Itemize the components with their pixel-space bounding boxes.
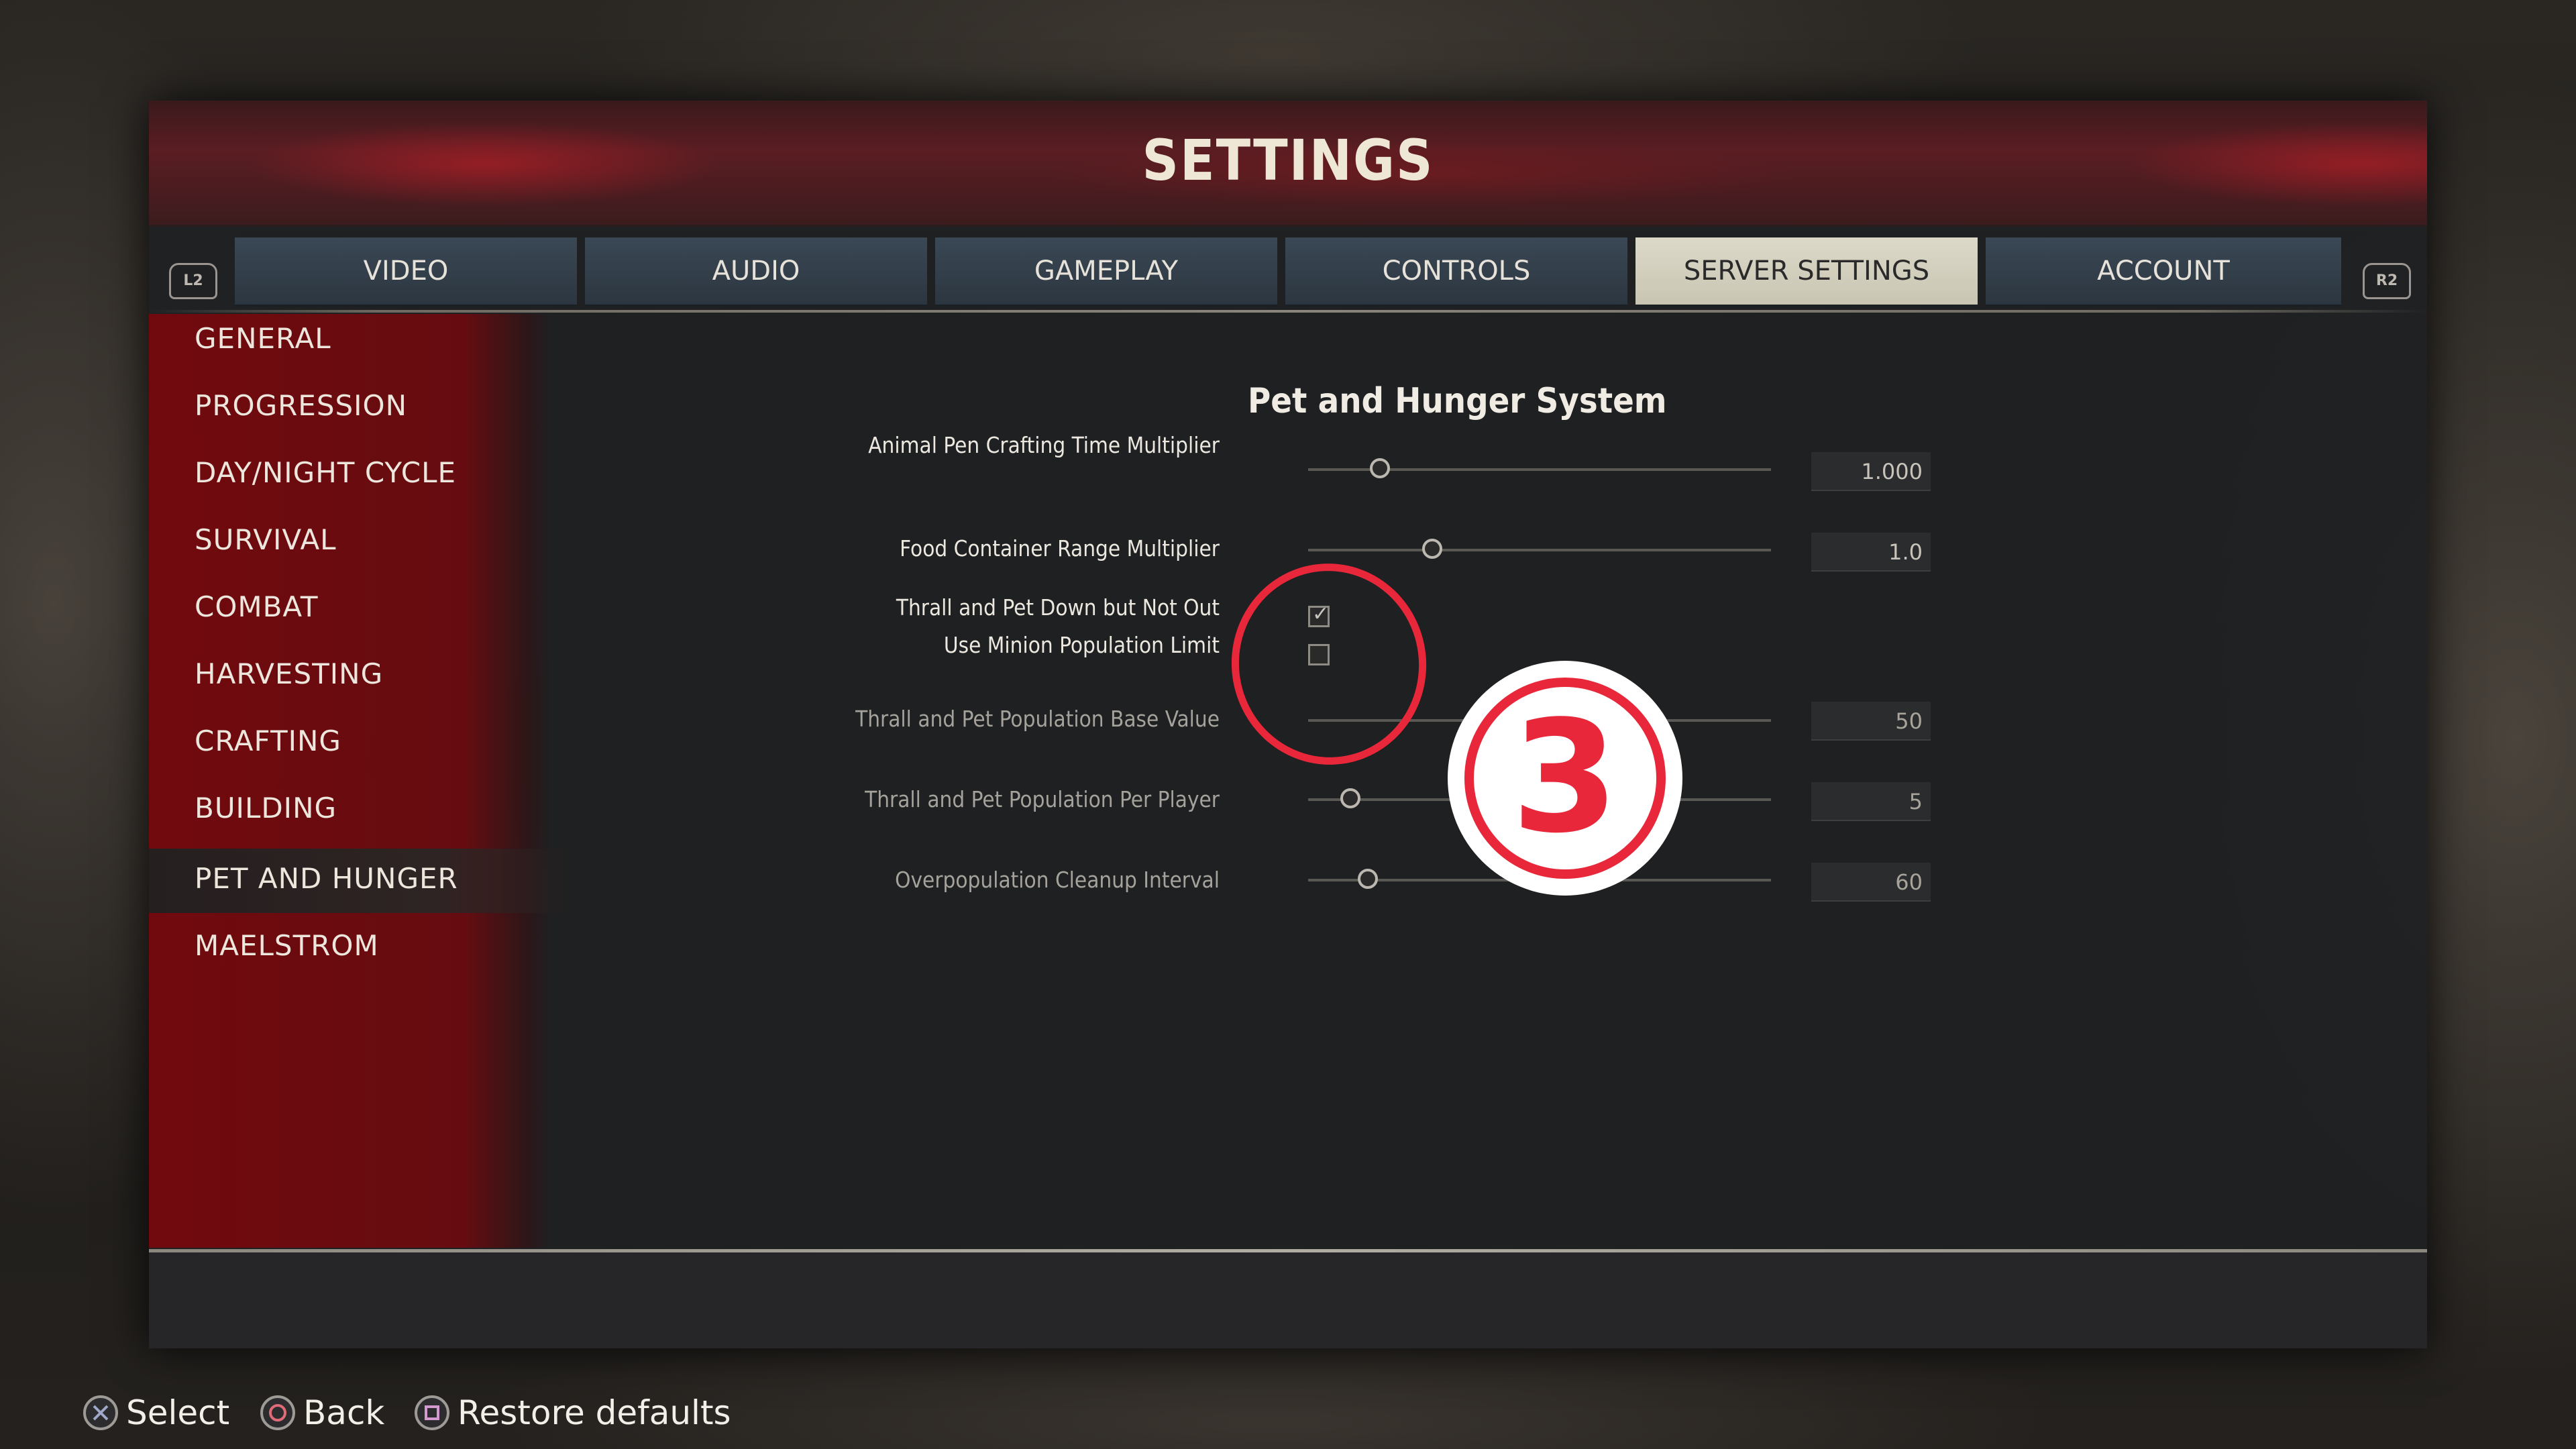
section-title: Pet and Hunger System [1248, 381, 1667, 421]
tab-divider [149, 310, 2427, 313]
tab-server-settings[interactable]: SERVER SETTINGS [1635, 237, 1978, 307]
annotation-number: 3 [1464, 678, 1666, 879]
sidebar-item-combat[interactable]: COMBAT [195, 590, 319, 623]
setting-label-food-container: Food Container Range Multiplier [900, 535, 1220, 561]
sidebar-item-survival[interactable]: SURVIVAL [195, 523, 337, 556]
hint-select-label: Select [126, 1393, 230, 1432]
hint-restore-defaults[interactable]: Restore defaults [415, 1387, 731, 1438]
sidebar-item-general[interactable]: GENERAL [195, 322, 331, 355]
setting-label-population-base: Thrall and Pet Population Base Value [855, 706, 1220, 732]
sidebar-item-maelstrom[interactable]: MAELSTROM [195, 929, 379, 962]
sidebar-item-crafting[interactable]: CRAFTING [195, 724, 341, 757]
sidebar-item-progression[interactable]: PROGRESSION [195, 389, 407, 422]
tab-audio[interactable]: AUDIO [585, 237, 927, 307]
hint-select[interactable]: Select [83, 1387, 229, 1438]
hint-back[interactable]: Back [260, 1387, 384, 1438]
sidebar-item-day-night-cycle[interactable]: DAY/NIGHT CYCLE [195, 456, 456, 489]
footer-strip [149, 1252, 2427, 1348]
circle-button-icon [260, 1395, 295, 1430]
slider-animal-pen[interactable] [1308, 458, 1771, 478]
tab-bar: VIDEO AUDIO GAMEPLAY CONTROLS SERVER SET… [0, 237, 2576, 307]
value-field-food-container[interactable]: 1.0 [1811, 533, 1931, 572]
square-button-icon [415, 1395, 449, 1430]
page-title: SETTINGS [1142, 127, 1434, 193]
sidebar [149, 314, 551, 1248]
value-field-animal-pen[interactable]: 1.000 [1811, 452, 1931, 491]
hint-back-label: Back [303, 1393, 385, 1432]
tab-video[interactable]: VIDEO [235, 237, 577, 307]
setting-label-down-not-out: Thrall and Pet Down but Not Out [896, 594, 1220, 621]
slider-handle[interactable] [1422, 539, 1442, 559]
tab-gameplay[interactable]: GAMEPLAY [935, 237, 1277, 307]
setting-label-overpopulation-cleanup: Overpopulation Cleanup Interval [895, 867, 1220, 893]
setting-label-minion-limit: Use Minion Population Limit [943, 632, 1220, 658]
tab-account[interactable]: ACCOUNT [1986, 237, 2341, 307]
sidebar-item-pet-and-hunger[interactable]: PET AND HUNGER [195, 862, 458, 895]
value-field-overpopulation-cleanup: 60 [1811, 863, 1931, 902]
sidebar-item-harvesting[interactable]: HARVESTING [195, 657, 383, 690]
slider-handle [1340, 788, 1360, 808]
annotation-number-badge: 3 [1448, 661, 1682, 896]
value-field-population-per-player: 5 [1811, 782, 1931, 821]
sidebar-item-building[interactable]: BUILDING [195, 792, 337, 824]
slider-food-container[interactable] [1308, 539, 1771, 559]
hint-restore-defaults-label: Restore defaults [458, 1393, 731, 1432]
slider-handle [1358, 869, 1378, 889]
cross-button-icon [83, 1395, 118, 1430]
value-field-population-base: 50 [1811, 702, 1931, 741]
setting-label-animal-pen: Animal Pen Crafting Time Multiplier [868, 432, 1220, 458]
tab-controls[interactable]: CONTROLS [1285, 237, 1627, 307]
setting-label-population-per-player: Thrall and Pet Population Per Player [865, 786, 1220, 812]
slider-handle[interactable] [1370, 458, 1390, 478]
